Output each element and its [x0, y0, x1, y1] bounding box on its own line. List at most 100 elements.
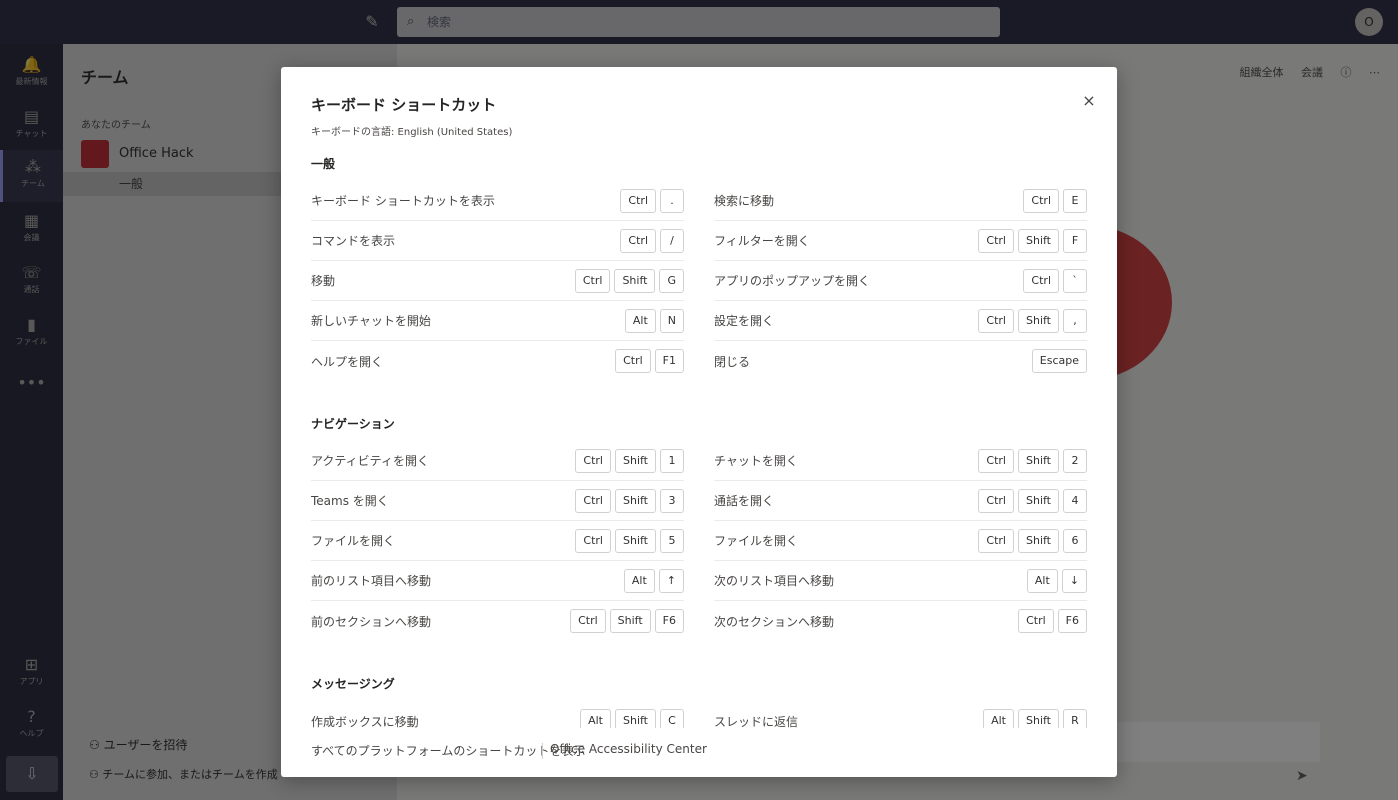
- section-title: メッセージング: [311, 677, 395, 691]
- keyboard-shortcuts-dialog: キーボード ショートカット キーボードの言語: English (United …: [281, 67, 1117, 777]
- key-cap: Shift: [1017, 709, 1059, 728]
- shortcut-row: 新しいチャットを開始 Alt N: [311, 301, 684, 341]
- shortcut-label: 次のリスト項目へ移動: [714, 574, 835, 588]
- shortcut-label: 作成ボックスに移動: [311, 714, 419, 729]
- key-cap: Alt: [623, 568, 655, 593]
- key-cap: Shift: [1017, 228, 1059, 253]
- section-title: 一般: [311, 157, 336, 171]
- shortcut-list: 一般 キーボード ショートカットを表示 Ctrl. コマンドを表示 Ctrl / 移動 Ctr…: [311, 151, 1087, 728]
- key-cap: 5: [660, 528, 684, 553]
- section-title: ナビゲーション: [311, 417, 395, 431]
- shortcut-row: アクティビティを開く Ctrl Shift 1: [311, 441, 684, 481]
- key-cap: Ctrl: [575, 528, 611, 553]
- key-combo: Ctrl Shift 2: [974, 448, 1087, 473]
- shortcut-label: ファイルを開く: [714, 534, 799, 548]
- shortcut-row: 検索に移動 Ctrl E: [714, 181, 1087, 221]
- shortcut-label: アプリのポップアップを開く: [714, 274, 871, 288]
- shortcut-row: ヘルプを開く Ctrl F1: [311, 341, 684, 381]
- key-cap: 1: [660, 448, 684, 473]
- key-combo: Ctrl Shift F: [974, 228, 1087, 253]
- key-cap: Alt: [624, 308, 656, 333]
- key-combo: Ctrl Shift,: [974, 308, 1087, 333]
- key-combo: Ctrl Shift G: [571, 268, 684, 293]
- shortcut-row: コマンドを表示 Ctrl /: [311, 221, 684, 261]
- key-cap: Ctrl: [978, 488, 1014, 513]
- shortcut-label: 前のリスト項目へ移動: [311, 574, 432, 588]
- key-cap: C: [660, 709, 684, 728]
- shortcut-label: ファイルを開く: [311, 534, 396, 548]
- key-cap: .: [660, 188, 684, 213]
- accessibility-center-link[interactable]: Office Accessibility Center: [550, 742, 707, 756]
- key-combo: Escape: [1028, 349, 1087, 373]
- key-cap: Shift: [609, 609, 651, 633]
- shortcut-label: 前のセクションへ移動: [311, 614, 432, 629]
- shortcut-row: 次のリスト項目へ移動 Alt ↓: [714, 561, 1087, 601]
- key-cap: 6: [1063, 528, 1087, 553]
- shortcut-label: アクティビティを開く: [311, 454, 429, 468]
- shortcut-label: フィルターを開く: [714, 234, 810, 248]
- shortcut-row: フィルターを開く Ctrl Shift F: [714, 221, 1087, 261]
- shortcut-label: スレッドに返信: [714, 714, 799, 729]
- key-cap: Escape: [1031, 349, 1087, 373]
- key-combo: Ctrl.: [616, 188, 684, 213]
- shortcut-row: スレッドに返信 Alt Shift R: [714, 701, 1087, 728]
- shortcut-row: キーボード ショートカットを表示 Ctrl.: [311, 181, 684, 221]
- key-combo: Ctrl F6: [1014, 609, 1087, 633]
- key-cap: F: [1063, 228, 1087, 253]
- key-cap: Shift: [614, 488, 656, 513]
- key-cap: Shift: [1017, 448, 1059, 473]
- shortcut-row: Teams を開く Ctrl Shift 3: [311, 481, 684, 521]
- key-cap: ↑: [658, 568, 684, 593]
- key-cap: Ctrl: [978, 308, 1014, 333]
- shortcut-column-right: スレッドに返信 Alt Shift R: [714, 701, 1087, 728]
- shortcut-row: 次のセクションへ移動 Ctrl F6: [714, 601, 1087, 641]
- shortcut-row: 通話を開く Ctrl Shift 4: [714, 481, 1087, 521]
- key-cap: Ctrl: [1023, 188, 1059, 213]
- key-combo: Ctrl Shift 1: [571, 448, 684, 473]
- key-cap: R: [1063, 709, 1087, 728]
- key-combo: Alt ↑: [620, 568, 684, 593]
- shortcut-label: 新しいチャットを開始: [311, 314, 431, 328]
- key-cap: ↓: [1061, 568, 1087, 593]
- shortcut-label: チャットを開く: [714, 454, 798, 468]
- shortcut-column-right: チャットを開く Ctrl Shift 2 通話を開く Ctrl Shift 4 ファイルを開く C…: [714, 441, 1087, 641]
- shortcut-label: 次のセクションへ移動: [714, 614, 835, 629]
- key-combo: Ctrl /: [616, 228, 684, 253]
- key-combo: Ctrl E: [1019, 188, 1087, 213]
- key-cap: Ctrl: [1023, 268, 1059, 293]
- key-cap: 2: [1063, 448, 1087, 473]
- shortcut-row: アプリのポップアップを開く Ctrl `: [714, 261, 1087, 301]
- shortcut-label: 設定を開く: [714, 314, 775, 328]
- key-cap: Alt: [1026, 568, 1058, 593]
- key-cap: Ctrl: [575, 488, 611, 513]
- key-cap: N: [659, 308, 684, 333]
- key-cap: Ctrl: [978, 448, 1014, 473]
- key-cap: Ctrl: [620, 228, 656, 253]
- shortcut-label: Teams を開く: [311, 494, 389, 508]
- key-combo: Ctrl Shift 5: [571, 528, 684, 553]
- shortcut-column-left: アクティビティを開く Ctrl Shift 1 Teams を開く Ctrl Shift 3 フ…: [311, 441, 684, 641]
- shortcut-row: 前のリスト項目へ移動 Alt ↑: [311, 561, 684, 601]
- key-combo: Ctrl `: [1019, 268, 1087, 293]
- shortcut-grid: アクティビティを開く Ctrl Shift 1 Teams を開く Ctrl Shift 3 フ…: [311, 441, 1087, 641]
- key-combo: Alt N: [621, 308, 684, 333]
- shortcut-label: キーボード ショートカットを表示: [311, 194, 495, 208]
- key-combo: Alt Shift C: [576, 709, 684, 728]
- all-platforms-link[interactable]: すべてのプラットフォームのショートカットを表示: [311, 742, 585, 759]
- key-cap: F6: [1057, 609, 1087, 633]
- shortcut-label: コマンドを表示: [311, 234, 396, 248]
- key-cap: Alt: [983, 709, 1014, 728]
- close-icon[interactable]: ×: [1079, 91, 1099, 111]
- shortcut-row: 作成ボックスに移動 Alt Shift C: [311, 701, 684, 728]
- key-cap: /: [660, 228, 684, 253]
- key-cap: Ctrl: [575, 448, 611, 473]
- key-cap: Shift: [614, 268, 656, 293]
- key-cap: Shift: [1017, 308, 1059, 333]
- shortcut-row: チャットを開く Ctrl Shift 2: [714, 441, 1087, 481]
- key-combo: Alt Shift R: [979, 709, 1087, 728]
- key-cap: F1: [654, 349, 684, 373]
- key-cap: Alt: [580, 709, 611, 728]
- key-cap: G: [659, 268, 684, 293]
